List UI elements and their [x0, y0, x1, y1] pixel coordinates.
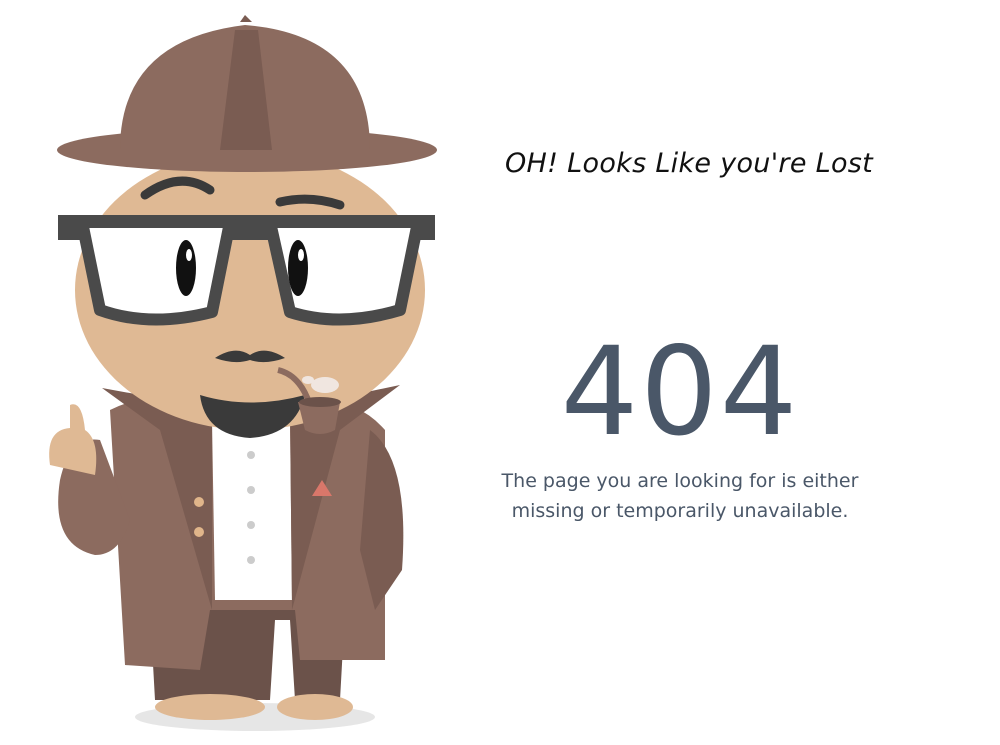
left-eye	[176, 240, 196, 296]
smoke	[311, 377, 339, 393]
right-eye	[288, 240, 308, 296]
error-page: OH! Looks Like you're Lost 404 The page …	[0, 0, 1000, 745]
shirt	[212, 420, 292, 600]
left-shoe	[155, 694, 265, 720]
error-code: 404	[560, 321, 800, 463]
left-hand	[49, 404, 97, 475]
error-message: The page you are looking for is either m…	[470, 466, 890, 526]
detective-mascot-illustration	[49, 15, 437, 731]
page-heading: OH! Looks Like you're Lost	[505, 148, 874, 179]
right-shoe	[277, 694, 353, 720]
error-message-line-1: The page you are looking for is either	[501, 470, 859, 492]
error-message-line-2: missing or temporarily unavailable.	[511, 500, 849, 522]
